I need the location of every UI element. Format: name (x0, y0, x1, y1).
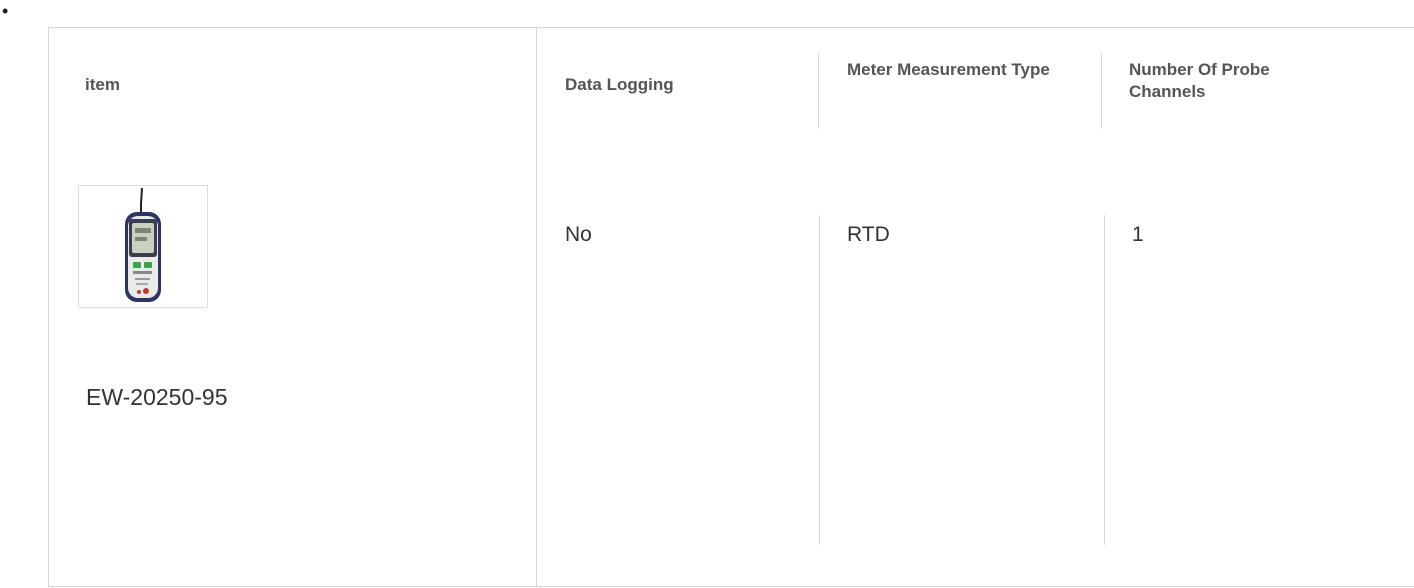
column-header-data-logging: Data Logging (565, 75, 674, 94)
product-sku[interactable]: EW-20250-95 (86, 384, 228, 411)
list-bullet: • (2, 1, 9, 21)
column-divider (1104, 215, 1105, 545)
column-header-meter-measurement-type: Meter Measurement Type (847, 60, 1050, 79)
column-divider (1101, 53, 1102, 129)
column-divider (818, 53, 819, 129)
cell-number-of-probe-channels: 1 (1132, 223, 1144, 246)
cell-meter-measurement-type: RTD (847, 223, 890, 246)
handheld-thermometer-icon (125, 187, 161, 302)
column-header-number-of-probe-channels: Number Of Probe Channels (1129, 60, 1270, 101)
column-divider (819, 215, 820, 545)
cell-data-logging: No (565, 223, 592, 246)
comparison-table: item EW-20250-95 Data Logging Meter Meas… (48, 27, 1414, 587)
product-thumbnail[interactable] (78, 185, 208, 308)
item-column-header: item (85, 75, 120, 94)
item-column: item EW-20250-95 (49, 28, 537, 586)
